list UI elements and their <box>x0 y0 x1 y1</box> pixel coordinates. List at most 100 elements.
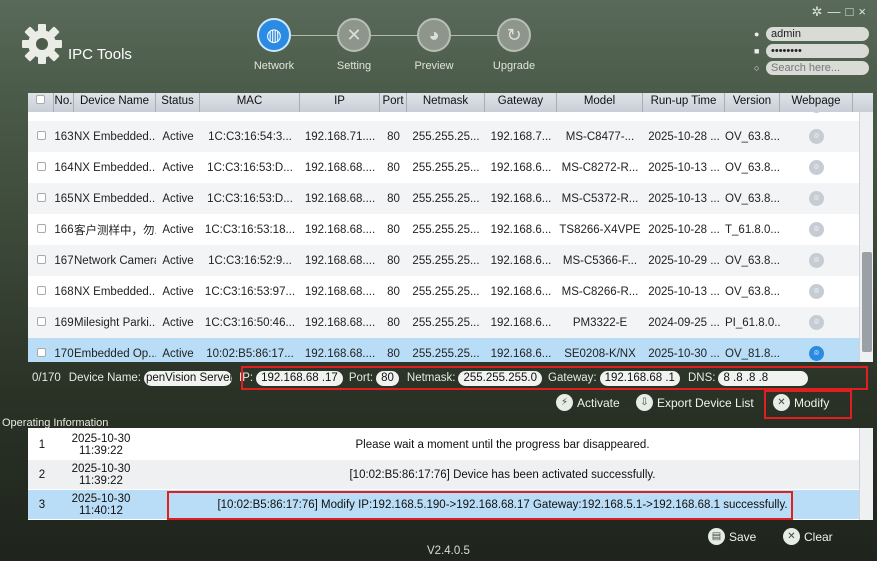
log-number: 3 <box>38 498 46 511</box>
clear-label: Clear <box>804 529 833 544</box>
table-cell: 192.168.6... <box>490 347 552 360</box>
log-time: 11:40:12 <box>79 504 123 517</box>
clear-button[interactable]: ✕ Clear <box>783 528 833 545</box>
table-cell: Active <box>162 223 194 236</box>
tab-upgrade[interactable]: ↻ Upgrade <box>474 18 554 72</box>
log-number: 1 <box>38 438 46 451</box>
webpage-link[interactable]: ⌾ <box>780 222 853 237</box>
row-checkbox[interactable] <box>28 316 54 329</box>
table-cell: OV_63.8.... <box>725 285 780 298</box>
table-row[interactable]: 167 Network Camera Active 1C:C3:16:52:9... 1… <box>28 245 873 276</box>
column-header[interactable]: Status <box>156 93 200 112</box>
table-row[interactable]: 170 Embedded Op... Active 10:02:B5:86:17...… <box>28 338 873 362</box>
password-field[interactable]: •••••••• <box>766 44 869 58</box>
table-cell: 80 <box>387 161 400 174</box>
table-cell: 192.168.68.... <box>304 254 376 267</box>
column-header[interactable]: Netmask <box>407 93 485 112</box>
table-cell: PM3322-E <box>572 316 628 329</box>
table-cell: 255.255.25... <box>412 285 480 298</box>
table-row[interactable]: 168 NX Embedded... Active 1C:C3:16:53:97...… <box>28 276 873 307</box>
table-cell: NX Embedded... <box>74 285 156 298</box>
search-input[interactable]: Search here... <box>766 61 869 75</box>
table-cell: 255.255.25... <box>412 316 480 329</box>
column-header[interactable]: IP <box>300 93 380 112</box>
log-row[interactable]: 2 2025-10-30 11:39:22 [10:02:B5:86:17:76] D… <box>28 460 859 489</box>
webpage-icon: ⌾ <box>809 253 824 268</box>
operating-scrollbar[interactable] <box>859 428 873 520</box>
table-cell: 1C:C3:16:53:D... <box>207 161 293 174</box>
row-checkbox[interactable] <box>28 161 54 174</box>
table-cell: PI_61.8.0.... <box>725 316 780 329</box>
table-cell: 192.168.71.... <box>304 130 376 143</box>
row-checkbox[interactable] <box>28 285 54 298</box>
table-scrollbar[interactable] <box>859 112 873 362</box>
upgrade-icon: ↻ <box>497 18 531 52</box>
table-cell: 192.168.68.... <box>304 223 376 236</box>
clear-icon: ✕ <box>783 528 800 545</box>
activate-button[interactable]: ⚡ Activate <box>556 394 620 411</box>
column-header[interactable]: MAC <box>200 93 300 112</box>
webpage-icon: ⌾ <box>809 222 824 237</box>
table-cell: TS8266-X4VPE <box>559 223 641 236</box>
minimize-button[interactable]: — <box>828 4 846 19</box>
column-header[interactable]: Version <box>725 93 780 112</box>
settings-icon[interactable]: ✲ <box>812 4 828 19</box>
table-cell: 1C:C3:16:53:D... <box>207 192 293 205</box>
export-button[interactable]: ⇩ Export Device List <box>636 394 754 411</box>
select-all-checkbox[interactable] <box>28 93 54 112</box>
table-row[interactable]: 164 NX Embedded... Active 1C:C3:16:53:D... 1… <box>28 152 873 183</box>
table-cell: MS-C8266-R... <box>561 285 639 298</box>
close-button[interactable]: × <box>858 4 871 19</box>
table-cell: 163 <box>54 130 74 143</box>
webpage-link[interactable]: ⌾ <box>780 315 853 330</box>
save-button[interactable]: ▤ Save <box>708 528 756 545</box>
column-header[interactable]: Webpage <box>780 93 853 112</box>
tools-icon: ✕ <box>337 18 371 52</box>
tab-network[interactable]: ◍ Network <box>234 18 314 72</box>
table-cell: OV_63.8.... <box>725 130 780 143</box>
webpage-link[interactable]: ⌾ <box>780 253 853 268</box>
table-cell: 80 <box>387 316 400 329</box>
highlight-box <box>167 491 793 520</box>
table-row[interactable]: 169 Milesight Parki... Active 1C:C3:16:50:4… <box>28 307 873 338</box>
username-field[interactable]: admin <box>766 27 869 41</box>
tab-preview[interactable]: ◕ Preview <box>394 18 474 72</box>
row-checkbox[interactable] <box>28 192 54 205</box>
webpage-link[interactable]: ⌾ <box>780 284 853 299</box>
table-row[interactable]: 166 客户测样中，勿... Active 1C:C3:16:53:18... 192.… <box>28 214 873 245</box>
log-time: 11:39:22 <box>79 474 123 487</box>
camera-icon: ◕ <box>417 18 451 52</box>
row-checkbox[interactable] <box>28 347 54 360</box>
column-header[interactable]: Device Name <box>74 93 156 112</box>
column-header[interactable]: Gateway <box>485 93 557 112</box>
table-cell: 165 <box>54 192 74 205</box>
column-header[interactable]: Model <box>557 93 643 112</box>
row-checkbox[interactable] <box>28 254 54 267</box>
table-row[interactable]: 163 NX Embedded... Active 1C:C3:16:54:3... 1… <box>28 121 873 152</box>
webpage-link[interactable]: ⌾ <box>780 191 853 206</box>
device-name-field[interactable]: penVision Server <box>144 370 232 386</box>
table-cell: OV_63.8.... <box>725 161 780 174</box>
table-cell: Active <box>162 347 194 360</box>
row-checkbox[interactable] <box>28 223 54 236</box>
column-header[interactable]: No. <box>54 93 74 112</box>
webpage-link[interactable]: ⌾ <box>780 346 853 361</box>
checkbox-icon <box>36 223 46 233</box>
tab-setting[interactable]: ✕ Setting <box>314 18 394 72</box>
table-cell: 192.168.6... <box>490 285 552 298</box>
webpage-link[interactable]: ⌾ <box>780 129 853 144</box>
table-cell: 1C:C3:16:53:18... <box>204 223 296 236</box>
checkbox-icon <box>36 192 46 202</box>
tab-preview-label: Preview <box>414 60 454 72</box>
scrollbar-thumb[interactable] <box>862 252 872 352</box>
log-row[interactable]: 1 2025-10-30 11:39:22 Please wait a moment … <box>28 430 859 459</box>
webpage-icon: ⌾ <box>809 129 824 144</box>
column-header[interactable]: Run-up Time <box>643 93 725 112</box>
table-row[interactable]: 165 NX Embedded... Active 1C:C3:16:53:D... 1… <box>28 183 873 214</box>
table-cell: 167 <box>54 254 74 267</box>
export-icon: ⇩ <box>636 394 653 411</box>
column-header[interactable]: Port <box>380 93 407 112</box>
webpage-link[interactable]: ⌾ <box>780 160 853 175</box>
row-checkbox[interactable] <box>28 130 54 143</box>
maximize-button[interactable]: □ <box>846 4 859 19</box>
